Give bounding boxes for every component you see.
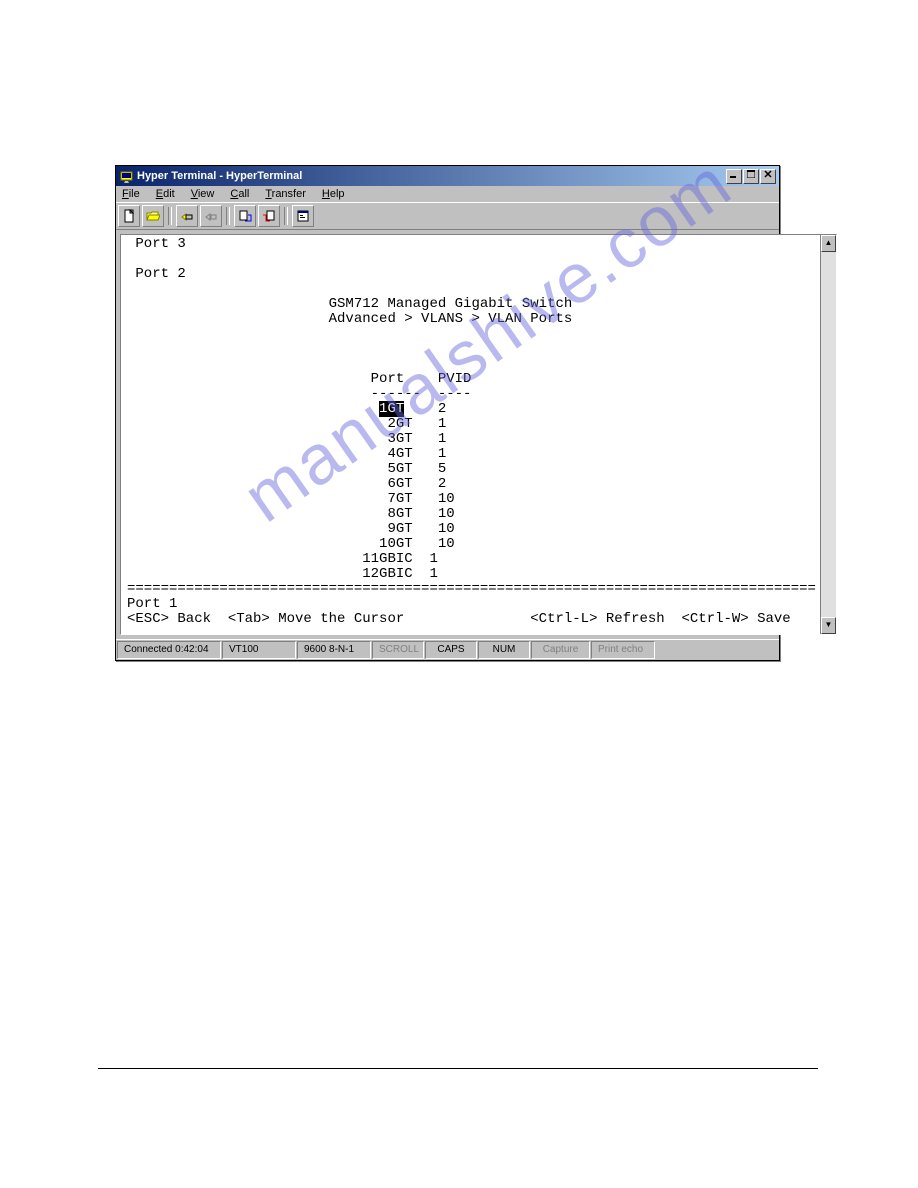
disconnect-icon[interactable]: [200, 205, 222, 227]
titlebar: Hyper Terminal - HyperTerminal: [116, 166, 779, 186]
scroll-up-icon[interactable]: ▲: [821, 235, 836, 252]
minimize-button[interactable]: [726, 169, 742, 184]
receive-icon[interactable]: [258, 205, 280, 227]
menubar: File Edit View Call Transfer Help: [116, 186, 779, 202]
table-row: 9GT 10: [127, 522, 816, 537]
app-icon: [119, 169, 133, 183]
table-row: 8GT 10: [127, 507, 816, 522]
table-row: 3GT 1: [127, 432, 816, 447]
table-row: 6GT 2: [127, 477, 816, 492]
terminal-line: GSM712 Managed Gigabit Switch: [127, 297, 816, 312]
terminal-line: <ESC> Back <Tab> Move the Cursor <Ctrl-L…: [127, 612, 816, 627]
send-icon[interactable]: [234, 205, 256, 227]
terminal-line: Advanced > VLANS > VLAN Ports: [127, 312, 816, 327]
terminal-line: [127, 282, 816, 297]
toolbar-separator: [226, 207, 230, 225]
terminal-line: Port 3: [127, 237, 816, 252]
menu-help[interactable]: Help: [318, 187, 349, 201]
properties-icon[interactable]: [292, 205, 314, 227]
status-emulation: VT100: [222, 641, 296, 659]
status-connected: Connected 0:42:04: [117, 641, 221, 659]
connect-icon[interactable]: [176, 205, 198, 227]
terminal-frame: Port 3 Port 2 GSM712 Managed Gigabit Swi…: [116, 230, 779, 639]
status-scroll: SCROLL: [372, 641, 424, 659]
menu-edit[interactable]: Edit: [152, 187, 179, 201]
table-row: 11GBIC 1: [127, 552, 816, 567]
scroll-track[interactable]: [821, 252, 836, 617]
table-row: 5GT 5: [127, 462, 816, 477]
vertical-scrollbar[interactable]: ▲ ▼: [820, 235, 836, 634]
terminal-line: [127, 252, 816, 267]
scroll-down-icon[interactable]: ▼: [821, 617, 836, 634]
status-caps: CAPS: [425, 641, 477, 659]
status-num: NUM: [478, 641, 530, 659]
table-row: 4GT 1: [127, 447, 816, 462]
menu-call[interactable]: Call: [226, 187, 253, 201]
statusbar: Connected 0:42:04 VT100 9600 8-N-1 SCROL…: [116, 639, 779, 660]
terminal-line: Port 2: [127, 267, 816, 282]
status-params: 9600 8-N-1: [297, 641, 371, 659]
app-window: Hyper Terminal - HyperTerminal File Edit…: [115, 165, 780, 661]
menu-transfer[interactable]: Transfer: [261, 187, 310, 201]
new-icon[interactable]: [118, 205, 140, 227]
open-icon[interactable]: [142, 205, 164, 227]
close-button[interactable]: [760, 169, 776, 184]
table-row: 10GT 10: [127, 537, 816, 552]
maximize-button[interactable]: [743, 169, 759, 184]
terminal-line: ------ ----: [127, 387, 816, 402]
page-rule: [98, 1068, 818, 1069]
terminal-area[interactable]: Port 3 Port 2 GSM712 Managed Gigabit Swi…: [121, 235, 820, 634]
terminal-line: [127, 327, 816, 342]
terminal-line: Port 1: [127, 597, 816, 612]
window-controls: [726, 169, 776, 184]
status-capture: Capture: [531, 641, 590, 659]
terminal-line: [127, 357, 816, 372]
terminal-line: Port PVID: [127, 372, 816, 387]
terminal-line: [127, 342, 816, 357]
menu-view[interactable]: View: [187, 187, 219, 201]
table-row: 2GT 1: [127, 417, 816, 432]
window-title: Hyper Terminal - HyperTerminal: [137, 170, 726, 182]
table-row: 1GT 2: [127, 402, 816, 417]
table-row: 12GBIC 1: [127, 567, 816, 582]
toolbar-separator: [284, 207, 288, 225]
toolbar: [116, 202, 779, 230]
status-printecho: Print echo: [591, 641, 655, 659]
terminal-line: ========================================…: [127, 582, 816, 597]
menu-file[interactable]: File: [118, 187, 144, 201]
table-row: 7GT 10: [127, 492, 816, 507]
toolbar-separator: [168, 207, 172, 225]
